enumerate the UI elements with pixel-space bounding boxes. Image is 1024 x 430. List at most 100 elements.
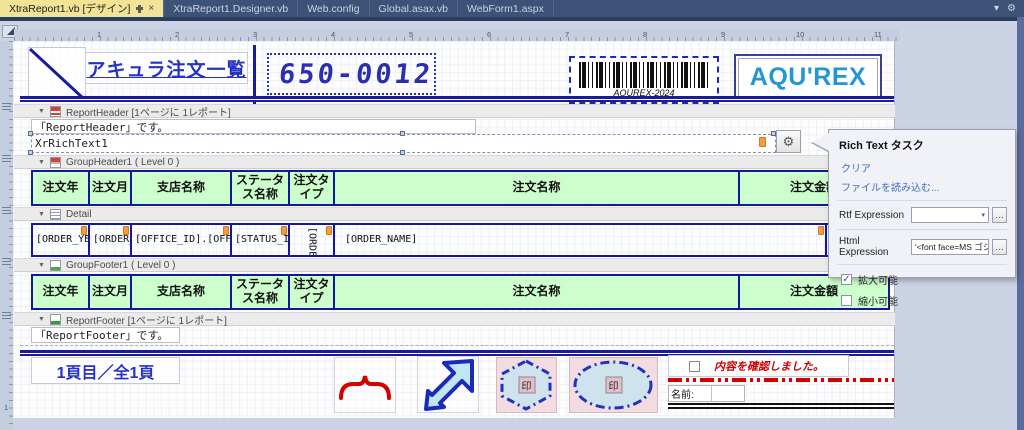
brace-shape[interactable]: [334, 357, 396, 413]
arrow-shape[interactable]: [417, 356, 479, 413]
detail-field-cell[interactable]: [ORDER_NAME]: [333, 223, 827, 257]
tab-web-config[interactable]: Web.config: [298, 0, 369, 17]
detail-field-cell[interactable]: [OFFICE_ID].[OFFIC: [130, 223, 232, 257]
checkbox-unchecked-icon[interactable]: [841, 295, 852, 306]
logo-text: AQU'REX: [750, 63, 866, 92]
collapse-icon[interactable]: ▼: [38, 159, 45, 166]
band-label: ReportFooter [1ページに 1レポート]: [66, 312, 227, 327]
header-cell[interactable]: 注文年: [31, 170, 90, 206]
footer-cell[interactable]: 注文年: [31, 274, 90, 310]
report-footer-band-icon: [50, 314, 61, 325]
rtf-browse-button[interactable]: …: [992, 207, 1007, 223]
report-footer-text-label[interactable]: 「ReportFooter」です。: [31, 327, 180, 343]
band-resize-mark[interactable]: [2, 258, 11, 265]
confirm-checkbox-element[interactable]: 内容を確認しました。: [668, 355, 849, 377]
band-report-footer[interactable]: ▼ ReportFooter [1ページに 1レポート]: [14, 312, 895, 326]
collapse-icon[interactable]: ▼: [38, 108, 45, 115]
tab-global-asax[interactable]: Global.asax.vb: [370, 0, 458, 17]
detail-field-cell-vertical[interactable]: [ORDER: [288, 223, 335, 257]
detail-band-icon: [50, 209, 61, 220]
smart-tag-icon[interactable]: [818, 226, 824, 235]
detail-field-cell[interactable]: [STATUS_ID: [230, 223, 290, 257]
report-header-band-icon: [50, 106, 61, 117]
smart-tag-icon[interactable]: [326, 226, 332, 235]
footer-cell[interactable]: 支店名称: [130, 274, 232, 310]
stamp-ellipse[interactable]: 印: [569, 357, 658, 413]
close-icon[interactable]: ×: [148, 3, 154, 14]
detail-field-cell[interactable]: [ORDER_: [88, 223, 132, 257]
report-header-text-label[interactable]: 「ReportHeader」です。: [31, 119, 476, 134]
combo-value: '<font face=MS ゴシック: [915, 241, 989, 253]
checkbox-icon[interactable]: [689, 361, 700, 372]
html-expression-row: Html Expression '<font face=MS ゴシック ▾ …: [829, 234, 1015, 260]
tab-xtrareport1-designer[interactable]: XtraReport1.Designer.vb: [164, 0, 298, 17]
window-gear-icon[interactable]: ⚙: [1007, 3, 1016, 14]
footer-cell[interactable]: 注文タイプ: [288, 274, 335, 310]
selection-handle[interactable]: [400, 131, 405, 136]
band-resize-mark[interactable]: [2, 155, 11, 162]
field-text: [STATUS_ID: [235, 234, 290, 246]
band-group-footer[interactable]: ▼ GroupFooter1 ( Level 0 ): [14, 258, 895, 272]
tab-webform1[interactable]: WebForm1.aspx: [458, 0, 554, 17]
smart-tag-icon[interactable]: [81, 226, 87, 235]
page-info-label[interactable]: 1頁目／全1頁: [31, 357, 180, 384]
group-header-row: 注文年 注文月 支店名称 ステータス名称 注文タイプ 注文名称 注文金額: [31, 170, 890, 206]
pin-icon[interactable]: [138, 5, 141, 13]
header-cell[interactable]: 注文名称: [333, 170, 740, 206]
chevron-down-icon[interactable]: ▾: [978, 211, 988, 219]
tab-xtrareport1-design[interactable]: XtraReport1.vb [デザイン] ×: [0, 0, 164, 17]
task-panel-title: Rich Text タスク: [829, 130, 1015, 158]
smart-tag-icon[interactable]: [281, 226, 287, 235]
separator: [837, 264, 1007, 265]
can-grow-row: ✓ 拡大可能: [829, 269, 1015, 290]
collapse-icon[interactable]: ▼: [38, 316, 45, 323]
ruler-number: 7: [565, 30, 569, 39]
footer-cell-text: 注文月: [92, 285, 128, 299]
band-detail[interactable]: ▼ Detail: [14, 207, 895, 221]
header-cell[interactable]: 支店名称: [130, 170, 232, 206]
chevron-down-icon[interactable]: ▾: [994, 3, 999, 14]
rtf-expression-label: Rtf Expression: [839, 210, 911, 221]
company-logo[interactable]: AQU'REX: [734, 54, 882, 101]
selection-handle[interactable]: [28, 131, 33, 136]
header-cell[interactable]: 注文月: [88, 170, 132, 206]
band-resize-mark[interactable]: [2, 207, 11, 214]
band-group-header[interactable]: ▼ GroupHeader1 ( Level 0 ): [14, 155, 895, 169]
gear-icon: ⚙: [783, 134, 795, 150]
ruler-number: 10: [796, 30, 804, 39]
ruler-number: 1: [97, 30, 101, 39]
document-tab-bar: XtraReport1.vb [デザイン] × XtraReport1.Desi…: [0, 0, 1024, 17]
stamp-hexagon[interactable]: 印: [496, 357, 557, 413]
footer-cell[interactable]: ステータス名称: [230, 274, 290, 310]
name-field[interactable]: 名前:: [668, 385, 745, 402]
report-title-label[interactable]: アキュラ注文一覧: [85, 52, 248, 84]
header-cell[interactable]: ステータス名称: [230, 170, 290, 206]
header-cell-text: 注文名称: [512, 181, 560, 195]
clear-link[interactable]: クリア: [829, 158, 1015, 177]
diagonal-line-shape[interactable]: [28, 47, 86, 101]
rtf-expression-combo[interactable]: ▾: [911, 207, 989, 223]
html-expression-combo[interactable]: '<font face=MS ゴシック ▾: [911, 239, 989, 255]
load-file-link[interactable]: ファイルを読み込む...: [829, 177, 1015, 196]
collapse-icon[interactable]: ▼: [38, 211, 45, 218]
band-resize-mark[interactable]: [2, 312, 11, 319]
band-report-header[interactable]: ▼ ReportHeader [1ページに 1レポート]: [14, 104, 895, 118]
richtext-text: XrRichText1: [35, 137, 108, 150]
smart-tag-icon[interactable]: [759, 137, 766, 147]
collapse-icon[interactable]: ▼: [38, 262, 45, 269]
smart-tag-gear-button[interactable]: ⚙: [776, 130, 801, 153]
header-cell[interactable]: 注文タイプ: [288, 170, 335, 206]
smart-tag-icon[interactable]: [123, 226, 129, 235]
checkbox-checked-icon[interactable]: ✓: [841, 274, 852, 285]
footer-cell[interactable]: 注文名称: [333, 274, 740, 310]
header-cell-text: 注文年: [42, 181, 78, 195]
lcd-text-element[interactable]: 650-0012: [267, 53, 436, 95]
separator: [837, 229, 1007, 230]
footer-cell-text: ステータス名称: [233, 278, 287, 306]
detail-field-cell[interactable]: [ORDER_YEA: [31, 223, 90, 257]
tab-label: WebForm1.aspx: [467, 3, 544, 15]
band-resize-mark[interactable]: [2, 103, 11, 110]
smart-tag-icon[interactable]: [223, 226, 229, 235]
html-browse-button[interactable]: …: [992, 239, 1007, 255]
footer-cell[interactable]: 注文月: [88, 274, 132, 310]
